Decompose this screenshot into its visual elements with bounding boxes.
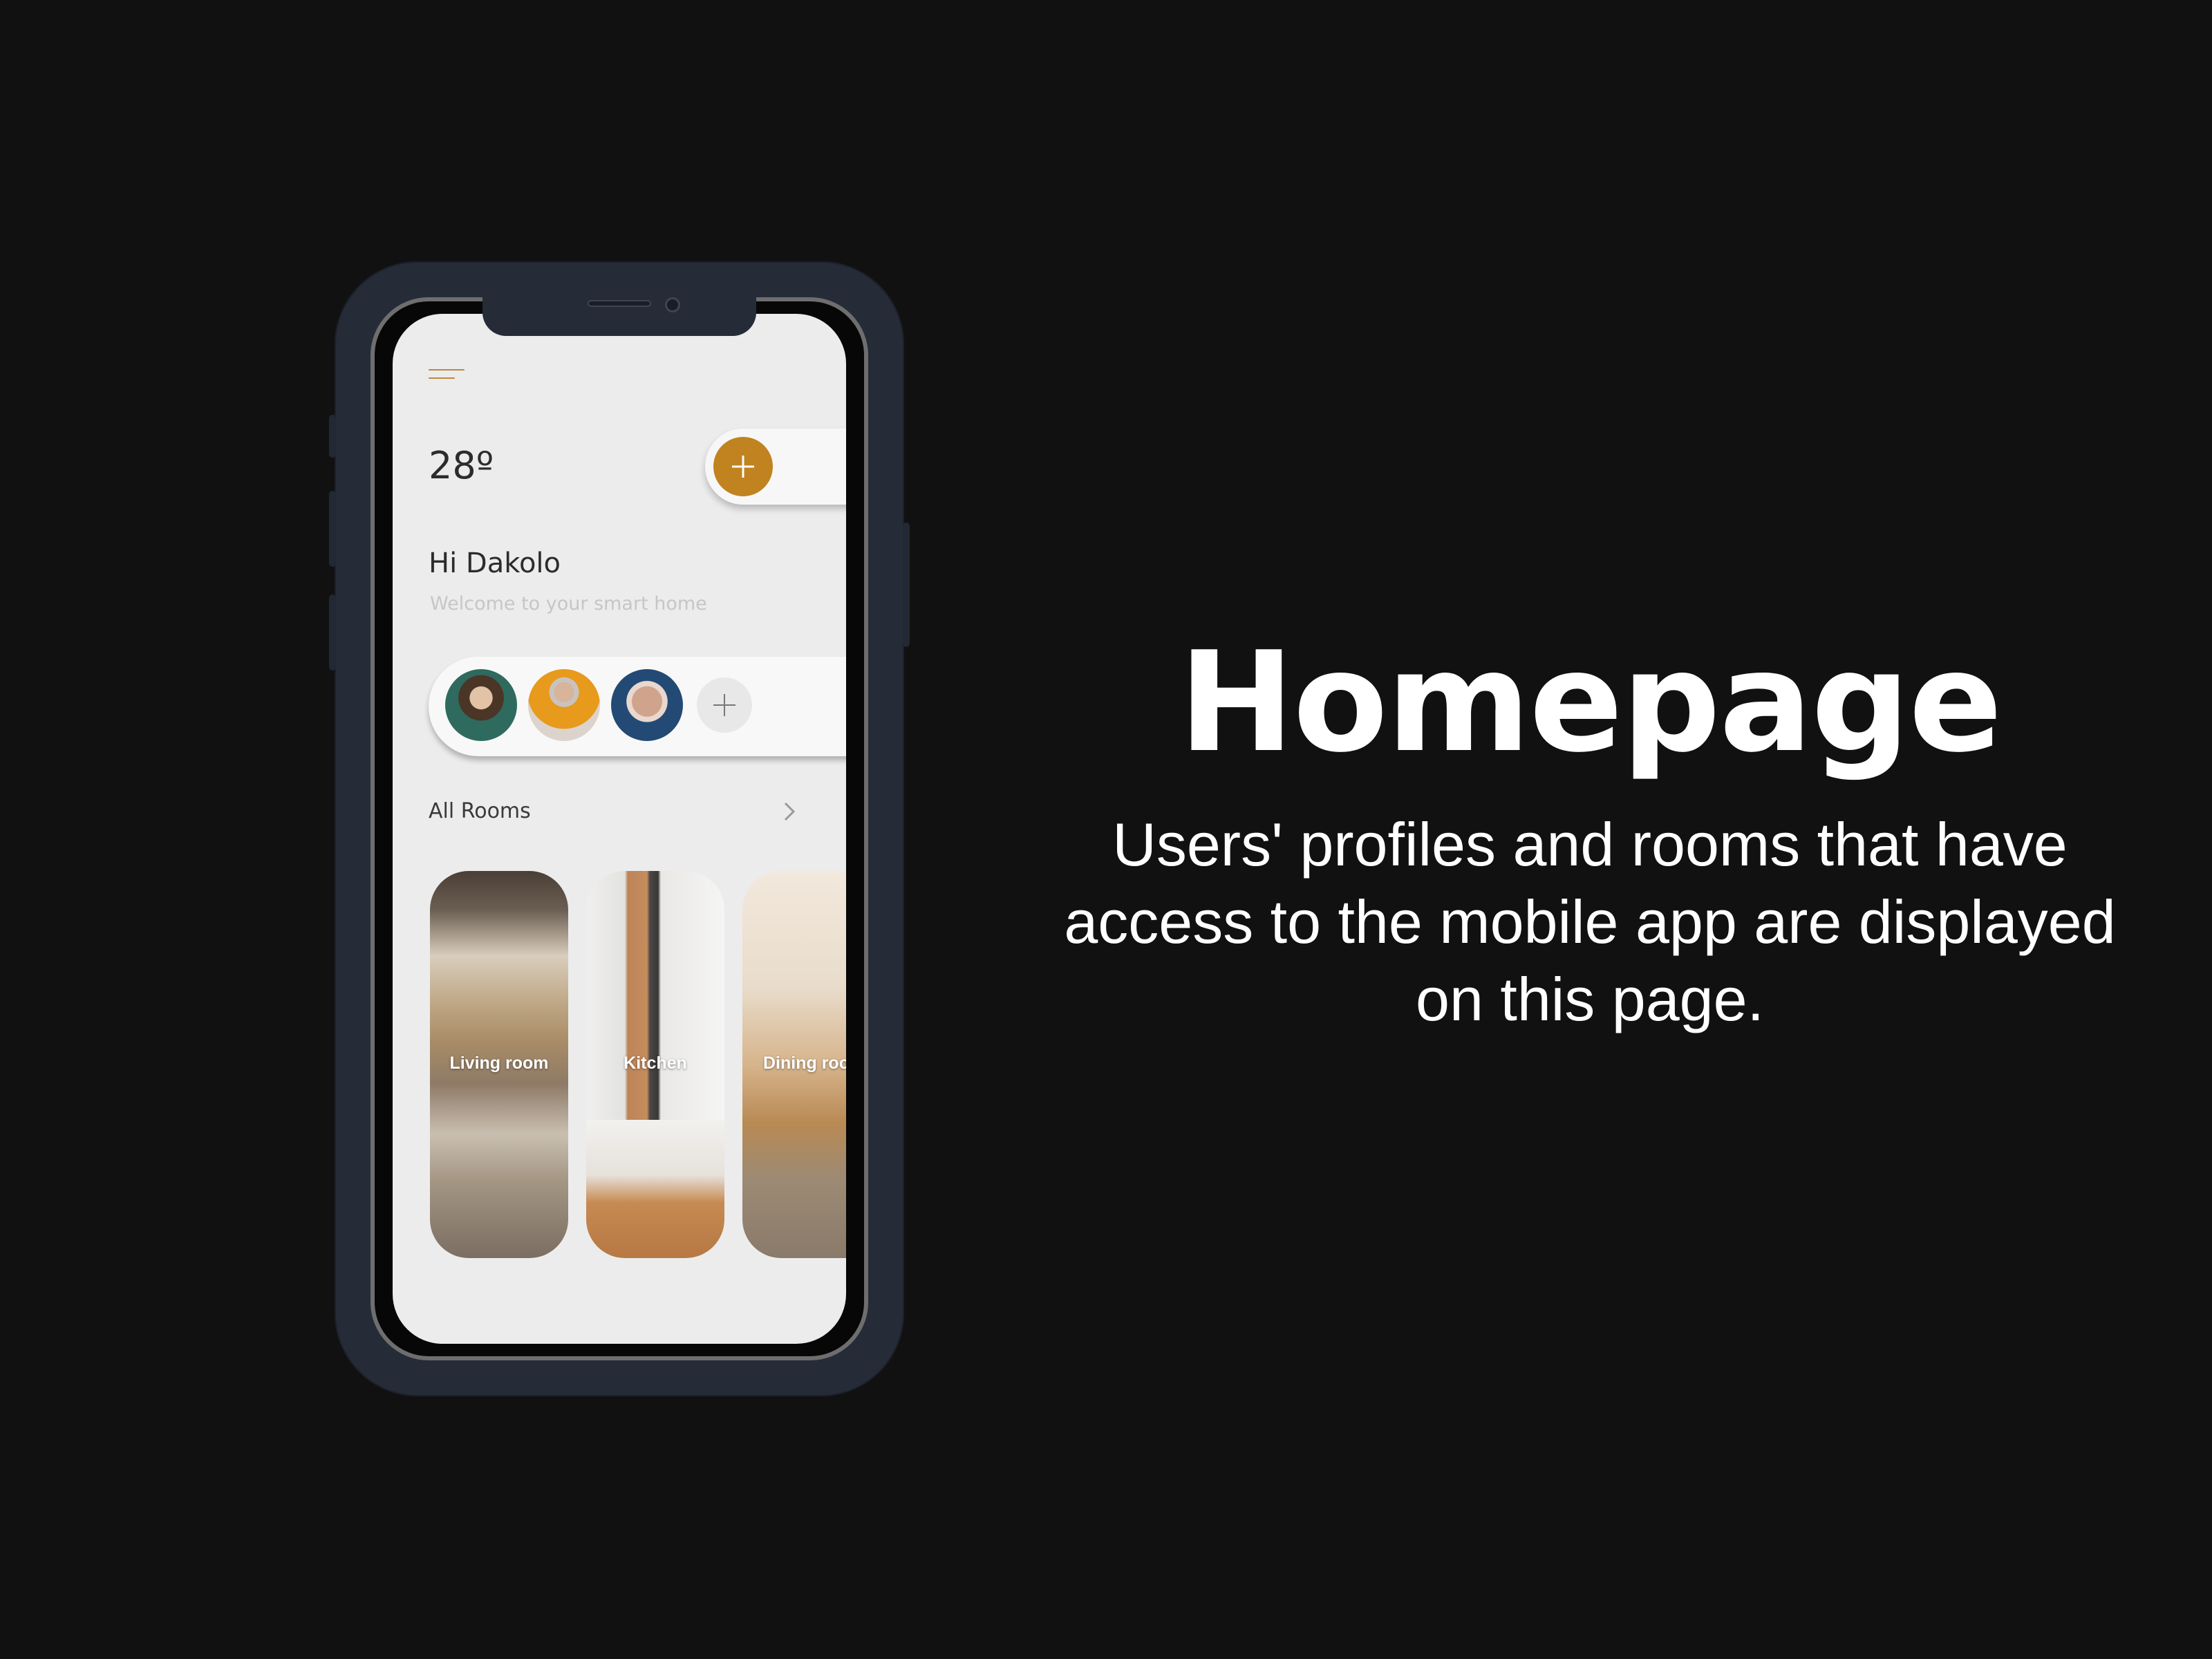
room-label: Living room [449,1053,549,1073]
phone-mockup: 28º Hi Dakolo Welcome to your smart home… [329,261,910,1396]
welcome-subtitle: Welcome to your smart home [430,593,707,615]
volume-down-button [329,594,336,671]
speaker-grille [588,300,651,307]
plus-icon [713,694,735,716]
plus-icon [732,456,754,478]
chevron-right-icon[interactable] [776,798,803,825]
add-profile-button[interactable] [697,677,752,733]
volume-up-button [329,491,336,567]
app-screen: 28º Hi Dakolo Welcome to your smart home… [393,314,846,1344]
avatar[interactable] [445,669,517,741]
phone-notch [482,296,756,336]
front-camera [665,297,680,312]
mute-switch [329,415,336,458]
slide-description: Users' profiles and rooms that have acce… [1064,810,2116,1033]
greeting-title: Hi Dakolo [429,547,561,579]
all-rooms-heading: All Rooms [429,799,531,823]
room-card-living-room[interactable]: Living room [430,871,568,1258]
temperature-readout: 28º [429,444,494,487]
room-card-dining-room[interactable]: Dining room [742,871,846,1258]
avatar[interactable] [611,669,683,741]
add-device-button[interactable] [713,437,773,496]
hamburger-menu-icon[interactable] [429,365,465,386]
room-label: Dining room [763,1053,846,1073]
room-label: Kitchen [624,1053,687,1073]
avatar[interactable] [528,669,600,741]
room-card-kitchen[interactable]: Kitchen [586,871,724,1258]
power-button [903,523,910,647]
slide-headline: Homepage [1179,622,2003,783]
